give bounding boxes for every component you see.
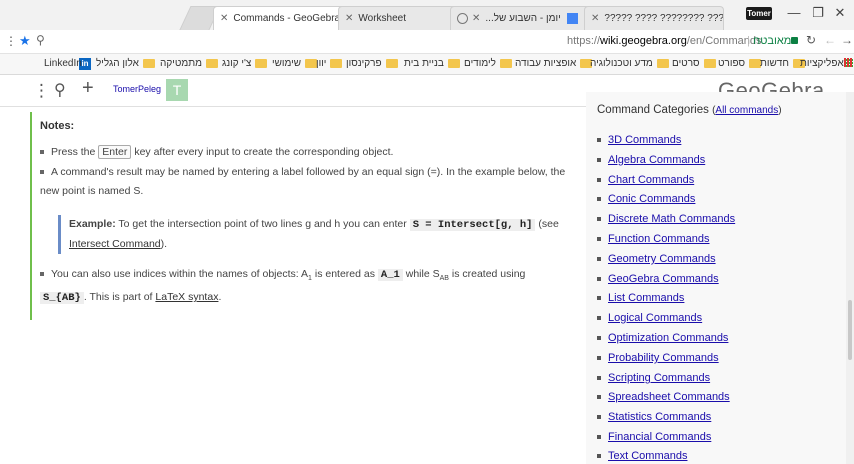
command-link-text[interactable]: Text Commands [597,450,687,462]
folder-icon [255,59,268,68]
note-item-indices: You can also use indices within the name… [40,265,580,308]
bullet [40,150,44,155]
bookmark-star-icon[interactable]: ★ [19,33,31,49]
scrollbar-thumb[interactable] [848,300,852,360]
folder-icon [447,59,460,68]
scrollbar[interactable] [846,92,854,464]
bullet [40,170,44,175]
folder-icon [703,59,716,68]
close-icon[interactable]: ✕ [220,13,228,24]
bookmark-movies[interactable]: סרטים [672,58,716,69]
lock-icon [791,37,798,44]
command-link-probability[interactable]: Probability Commands [597,352,719,364]
search-icon[interactable]: ⚲ [54,80,66,100]
tab-gmail[interactable]: ✕ ????? ???? ???????? ??? | M [584,6,724,30]
close-icon[interactable]: ✕ [591,13,599,24]
browser-titlebar: ✕ Commands - GeoGebra ✕ Worksheet ✕ יומן… [0,0,854,30]
code-sab: S_{AB} [40,292,84,305]
apps-grid-icon[interactable] [844,58,853,67]
maximize-icon[interactable]: ❐ [808,5,828,21]
folder-icon [385,59,398,68]
command-link-statistics[interactable]: Statistics Commands [597,411,711,423]
bookmark-alon-hagalil[interactable]: אלון הגליל [96,58,155,69]
avatar[interactable]: T [166,79,188,101]
close-icon[interactable]: ✕ [345,13,353,24]
menu-dots-icon[interactable]: ⋮ [5,34,17,48]
folder-icon [330,59,343,68]
command-link-chart[interactable]: Chart Commands [597,174,694,186]
sidebar-title: Command Categories (All commands) [597,104,782,116]
latex-syntax-link[interactable]: LaTeX syntax [155,291,218,303]
bookmark-job-options[interactable]: אופציות עבודה [515,58,593,69]
tab-commands-geogebra[interactable]: ✕ Commands - GeoGebra [213,6,346,30]
command-link-financial[interactable]: Financial Commands [597,431,711,443]
tab-worksheet[interactable]: ✕ Worksheet [338,6,458,30]
example-code: S = Intersect[g, h] [409,219,536,231]
command-link-geogebra[interactable]: GeoGebra Commands [597,273,719,285]
bookmark-parkinson[interactable]: פרקינסון [346,58,398,69]
bookmark-greece[interactable]: יוון [316,58,343,69]
command-link-function[interactable]: Function Commands [597,233,710,245]
command-link-spreadsheet[interactable]: Spreadsheet Commands [597,391,730,403]
bookmarks-bar: in LinkedIn אלון הגליל מתמטיקה צ'י קונג … [0,54,854,75]
calendar-favicon-icon [566,13,578,24]
bookmark-home-building[interactable]: בניית בית [404,58,460,69]
note-item-enter: Press the Enter key after every input to… [40,143,580,162]
forward-icon[interactable]: ← [824,33,836,47]
bookmark-studies[interactable]: לימודים [464,58,512,69]
bookmark-science-tech[interactable]: מדע וטכנולוגיה [590,58,669,69]
bullet [40,272,44,277]
notes-box: Notes: Press the Enter key after every i… [30,112,585,320]
bookmark-math[interactable]: מתמטיקה [160,58,219,69]
bookmark-sport[interactable]: ספורט [718,58,762,69]
command-link-optimization[interactable]: Optimization Commands [597,332,728,344]
note-item-naming: A command's result may be named by enter… [40,166,566,197]
tab-google-calendar[interactable]: ✕ יומן - השבוע של... [450,6,590,30]
close-window-icon[interactable]: ✕ [830,5,850,21]
search-icon: ⚲ [36,33,45,47]
bookmark-apps[interactable]: אפליקציות [800,58,844,69]
intersect-command-link[interactable]: Intersect Command [69,238,161,250]
bookmark-chi-kung[interactable]: צ'י קונג [222,58,268,69]
folder-icon [206,59,219,68]
back-icon[interactable]: → [841,33,853,47]
command-categories-sidebar: Command Categories (All commands) 3D Com… [586,92,854,464]
profile-button[interactable]: Tomer [746,7,772,20]
command-link-conic[interactable]: Conic Commands [597,193,695,205]
example-box: Example: To get the intersection point o… [58,215,568,254]
command-link-discrete-math[interactable]: Discrete Math Commands [597,213,735,225]
plus-icon[interactable]: + [82,77,94,100]
bookmark-useful[interactable]: שימושי [272,58,318,69]
code-a1: A_1 [377,269,403,281]
more-vertical-icon[interactable]: ⋮ [33,81,50,101]
folder-icon [656,59,669,68]
command-link-3d[interactable]: 3D Commands [597,134,681,146]
folder-icon [142,59,155,68]
enter-key: Enter [98,145,132,159]
username-link[interactable]: TomerPeleg [113,84,161,94]
command-link-list[interactable]: List Commands [597,292,684,304]
minimize-icon[interactable]: — [784,5,804,20]
command-link-algebra[interactable]: Algebra Commands [597,154,705,166]
secure-label: מאובטח [753,35,792,47]
folder-icon [499,59,512,68]
address-bar: ⋮ ★ ⚲ https://wiki.geogebra.org/en/Comma… [0,30,854,54]
command-link-scripting[interactable]: Scripting Commands [597,372,710,384]
url-field[interactable]: https://wiki.geogebra.org/en/Commands [567,35,761,47]
gear-favicon-icon [457,13,468,24]
bookmark-linkedin[interactable]: LinkedIn [44,58,82,69]
command-link-geometry[interactable]: Geometry Commands [597,253,716,265]
url-separator: | [747,35,750,47]
notes-title: Notes: [40,120,75,132]
reload-icon[interactable]: ↻ [806,33,816,47]
bookmark-news[interactable]: חדשות [760,58,805,69]
command-link-logical[interactable]: Logical Commands [597,312,702,324]
close-icon[interactable]: ✕ [472,13,480,24]
all-commands-link[interactable]: All commands [715,105,778,116]
